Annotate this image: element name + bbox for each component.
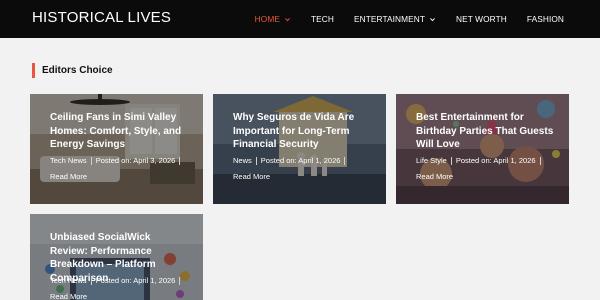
site-logo[interactable]: HISTORICAL LIVES — [32, 9, 171, 26]
read-more-link[interactable]: Read More — [416, 172, 453, 181]
article-category[interactable]: Life Style — [416, 156, 447, 165]
meta-divider — [344, 156, 346, 165]
article-date: Posted on: April 1, 2026 — [455, 156, 536, 165]
nav-item-net-worth[interactable]: NET WORTH — [456, 14, 507, 24]
main-nav: HOME TECH ENTERTAINMENT NET WORTH FASHIO… — [235, 0, 564, 38]
article-meta: Tech News Posted on: April 1, 2026 — [50, 276, 184, 285]
meta-divider — [255, 156, 257, 165]
nav-label: NET WORTH — [456, 14, 507, 24]
nav-label: FASHION — [526, 14, 564, 24]
article-card[interactable]: Ceiling Fans in Simi Valley Homes: Comfo… — [30, 94, 203, 204]
section-title: Editors Choice — [42, 65, 113, 76]
nav-label: TECH — [310, 14, 334, 24]
read-more-link[interactable]: Read More — [50, 172, 87, 181]
nav-item-entertainment[interactable]: ENTERTAINMENT — [354, 14, 436, 24]
article-date: Posted on: April 1, 2026 — [260, 156, 341, 165]
meta-divider — [90, 276, 92, 285]
read-more-link[interactable]: Read More — [233, 172, 270, 181]
article-title[interactable]: Ceiling Fans in Simi Valley Homes: Comfo… — [50, 111, 190, 152]
meta-divider — [450, 156, 452, 165]
meta-divider — [179, 276, 181, 285]
meta-divider — [179, 156, 181, 165]
meta-divider — [90, 156, 92, 165]
site-header: HISTORICAL LIVES HOME TECH ENTERTAINMENT… — [0, 0, 600, 38]
article-title[interactable]: Best Entertainment for Birthday Parties … — [416, 111, 556, 152]
article-category[interactable]: Tech News — [50, 276, 87, 285]
article-meta: News Posted on: April 1, 2026 — [233, 156, 349, 165]
article-meta: Tech News Posted on: April 3, 2026 — [50, 156, 184, 165]
article-date: Posted on: April 1, 2026 — [95, 276, 176, 285]
article-title[interactable]: Why Seguros de Vida Are Important for Lo… — [233, 111, 373, 152]
nav-item-fashion[interactable]: FASHION — [527, 14, 564, 24]
article-card[interactable]: Best Entertainment for Birthday Parties … — [396, 94, 569, 204]
nav-label: HOME — [254, 14, 280, 24]
article-category[interactable]: Tech News — [50, 156, 87, 165]
section-heading: Editors Choice — [32, 63, 113, 78]
read-more-link[interactable]: Read More — [50, 292, 87, 300]
section-accent-bar — [32, 63, 35, 78]
meta-divider — [539, 156, 541, 165]
nav-item-home[interactable]: HOME — [255, 14, 291, 24]
article-card[interactable]: Unbiased SocialWick Review: Performance … — [30, 214, 203, 300]
chevron-down-icon — [429, 16, 436, 23]
article-meta: Life Style Posted on: April 1, 2026 — [416, 156, 545, 165]
chevron-down-icon — [284, 16, 291, 23]
article-date: Posted on: April 3, 2026 — [95, 156, 176, 165]
article-category[interactable]: News — [233, 156, 252, 165]
nav-label: ENTERTAINMENT — [353, 14, 426, 24]
nav-item-tech[interactable]: TECH — [311, 14, 334, 24]
article-card[interactable]: Why Seguros de Vida Are Important for Lo… — [213, 94, 386, 204]
